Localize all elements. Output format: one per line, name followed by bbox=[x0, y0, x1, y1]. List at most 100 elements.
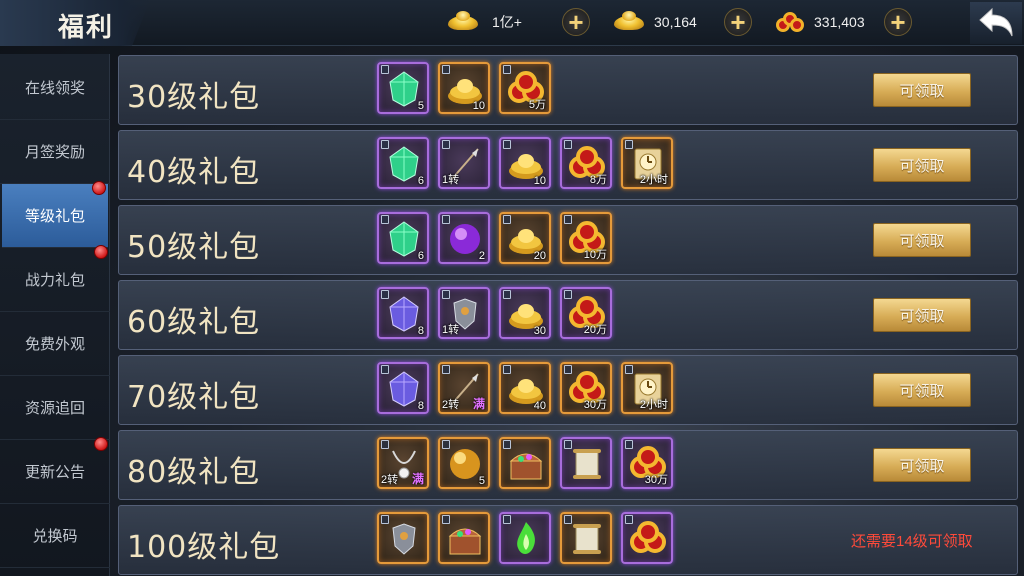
bound-icon bbox=[564, 365, 572, 374]
pack-row: 50级礼包 6 2 20 10万 可领取 bbox=[118, 205, 1018, 275]
reward-item[interactable] bbox=[499, 512, 551, 564]
green-flame-icon bbox=[507, 520, 545, 558]
item-count: 8万 bbox=[589, 174, 607, 186]
claim-button[interactable]: 可领取 bbox=[873, 298, 971, 332]
add-coins-button[interactable]: + bbox=[884, 8, 912, 36]
reward-item[interactable]: 30 bbox=[499, 287, 551, 339]
bound-icon bbox=[625, 365, 633, 374]
add-silver-button[interactable]: + bbox=[724, 8, 752, 36]
bound-icon bbox=[625, 515, 633, 524]
pack-row: 60级礼包 8 1转 30 20万 可领取 bbox=[118, 280, 1018, 350]
bound-icon bbox=[442, 140, 450, 149]
reward-item[interactable]: 1转 bbox=[438, 137, 490, 189]
reward-item[interactable]: 40 bbox=[499, 362, 551, 414]
claim-button[interactable]: 可领取 bbox=[873, 373, 971, 407]
item-count: 40 bbox=[533, 400, 546, 412]
bound-icon bbox=[503, 215, 511, 224]
reward-item[interactable]: 20万 bbox=[560, 287, 612, 339]
item-count: 30万 bbox=[644, 474, 668, 486]
reward-item[interactable]: 2转满 bbox=[377, 437, 429, 489]
reward-item[interactable]: 1转 bbox=[438, 287, 490, 339]
copper-coins-icon bbox=[772, 10, 806, 34]
bound-icon bbox=[442, 290, 450, 299]
sidebar-item-monthly-sign[interactable]: 月签奖励 bbox=[0, 120, 110, 184]
bound-icon bbox=[442, 440, 450, 449]
sidebar-item-label: 等级礼包 bbox=[24, 208, 85, 225]
reward-item[interactable]: 2小时 bbox=[621, 137, 673, 189]
reward-item[interactable]: 30万 bbox=[621, 437, 673, 489]
pack-row: 80级礼包 2转满 5 30万 可领取 bbox=[118, 430, 1018, 500]
reward-item[interactable] bbox=[499, 437, 551, 489]
claim-button[interactable]: 可领取 bbox=[873, 223, 971, 257]
notification-dot bbox=[94, 437, 108, 451]
item-count: 10 bbox=[472, 100, 485, 112]
back-arrow-icon bbox=[979, 7, 1013, 37]
bound-icon bbox=[442, 365, 450, 374]
claim-button[interactable]: 可领取 bbox=[873, 148, 971, 182]
scroll-icon bbox=[568, 520, 606, 558]
item-count: 20 bbox=[533, 250, 546, 262]
sidebar-item-resource-recovery[interactable]: 资源追回 bbox=[0, 376, 110, 440]
reward-item[interactable]: 10 bbox=[499, 137, 551, 189]
sidebar-item-update-notice[interactable]: 更新公告 bbox=[0, 437, 110, 504]
reward-item[interactable]: 2 bbox=[438, 212, 490, 264]
item-count: 5 bbox=[478, 475, 485, 487]
reward-item[interactable]: 2转满 bbox=[438, 362, 490, 414]
item-count: 8 bbox=[417, 325, 424, 337]
bound-icon bbox=[503, 515, 511, 524]
reward-item[interactable]: 6 bbox=[377, 137, 429, 189]
reward-item[interactable] bbox=[621, 512, 673, 564]
item-count: 30万 bbox=[583, 399, 607, 411]
reward-item[interactable] bbox=[377, 512, 429, 564]
level-requirement-text: 还需要14级可领取 bbox=[851, 533, 973, 550]
page-title: 福利 bbox=[58, 13, 115, 43]
item-count: 2小时 bbox=[639, 174, 668, 186]
sidebar-item-label: 资源追回 bbox=[24, 400, 85, 417]
sidebar-item-level-pack[interactable]: 等级礼包 bbox=[2, 181, 108, 248]
bound-icon bbox=[564, 440, 572, 449]
back-button[interactable] bbox=[970, 2, 1022, 44]
add-gold-button[interactable]: + bbox=[562, 8, 590, 36]
reward-item[interactable] bbox=[438, 512, 490, 564]
pack-row: 70级礼包 8 2转满 40 30万 2小时 可领取 bbox=[118, 355, 1018, 425]
currency-gold: 1亿+ + bbox=[446, 8, 590, 36]
reward-item[interactable]: 8 bbox=[377, 362, 429, 414]
reward-item[interactable]: 10万 bbox=[560, 212, 612, 264]
currency-coins-value: 331,403 bbox=[814, 14, 865, 30]
reward-item[interactable]: 6 bbox=[377, 212, 429, 264]
reward-items: 2转满 5 30万 bbox=[377, 437, 682, 489]
sidebar-item-online-reward[interactable]: 在线领奖 bbox=[0, 56, 110, 120]
reward-item[interactable]: 2小时 bbox=[621, 362, 673, 414]
reward-item[interactable]: 30万 bbox=[560, 362, 612, 414]
reward-item[interactable] bbox=[560, 437, 612, 489]
pack-row: 100级礼包 还需要14级可领取 bbox=[118, 505, 1018, 575]
item-tag: 2转 bbox=[381, 474, 399, 486]
reward-item[interactable]: 5万 bbox=[499, 62, 551, 114]
bound-icon bbox=[381, 515, 389, 524]
item-count: 10万 bbox=[583, 249, 607, 261]
claim-button[interactable]: 可领取 bbox=[873, 73, 971, 107]
sidebar-item-redeem-code[interactable]: 兑换码 bbox=[0, 504, 110, 568]
item-count: 30 bbox=[533, 325, 546, 337]
reward-item[interactable]: 20 bbox=[499, 212, 551, 264]
item-count: 6 bbox=[417, 250, 424, 262]
pack-title: 30级礼包 bbox=[127, 80, 261, 115]
bound-icon bbox=[442, 215, 450, 224]
copper-coins-icon bbox=[629, 520, 667, 558]
sidebar-item-label: 在线领奖 bbox=[24, 80, 85, 97]
reward-item[interactable]: 8 bbox=[377, 287, 429, 339]
bound-icon bbox=[442, 65, 450, 74]
silver-ingot-icon bbox=[612, 10, 646, 34]
sidebar-item-power-pack[interactable]: 战力礼包 bbox=[0, 245, 110, 312]
reward-item[interactable]: 5 bbox=[377, 62, 429, 114]
bound-icon bbox=[503, 365, 511, 374]
claim-button[interactable]: 可领取 bbox=[873, 448, 971, 482]
reward-item[interactable]: 8万 bbox=[560, 137, 612, 189]
reward-item[interactable] bbox=[560, 512, 612, 564]
item-count: 5 bbox=[417, 100, 424, 112]
sidebar-item-free-appearance[interactable]: 免费外观 bbox=[0, 312, 110, 376]
reward-item[interactable]: 5 bbox=[438, 437, 490, 489]
item-count: 2小时 bbox=[639, 399, 668, 411]
reward-item[interactable]: 10 bbox=[438, 62, 490, 114]
item-tag: 1转 bbox=[442, 174, 460, 186]
